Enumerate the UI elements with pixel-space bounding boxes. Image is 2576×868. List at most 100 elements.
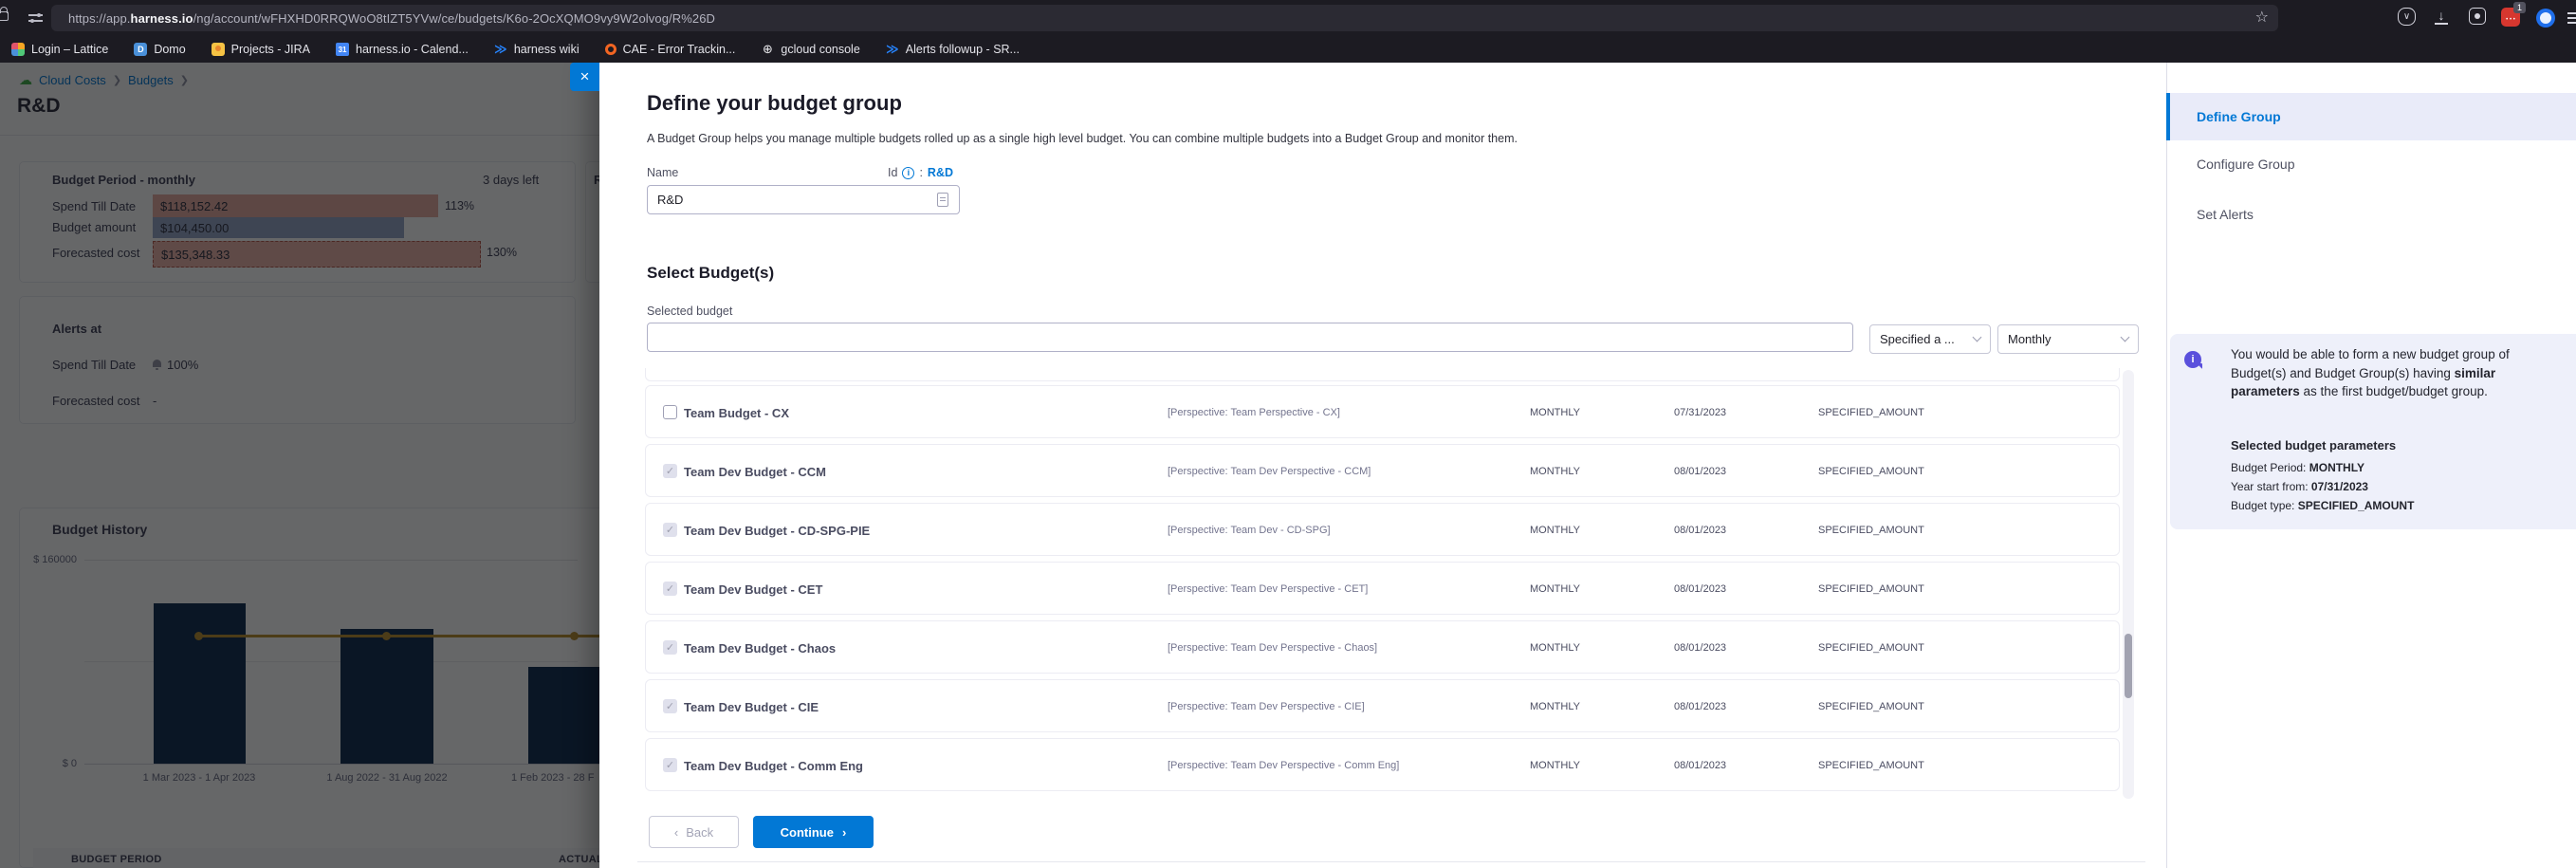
- screen: https://app.harness.io/ng/account/wFHXHD…: [0, 0, 2576, 868]
- bookmark-label: harness wiki: [514, 43, 580, 56]
- bookmark-item[interactable]: gcloud console: [761, 43, 859, 56]
- drawer-title: Define your budget group: [647, 91, 902, 116]
- budget-type: SPECIFIED_AMOUNT: [1818, 525, 1924, 536]
- budget-period: MONTHLY: [1530, 760, 1580, 771]
- budget-start-date: 07/31/2023: [1674, 407, 1726, 418]
- row-checkbox[interactable]: [663, 464, 677, 478]
- budget-name: Team Dev Budget - Comm Eng: [684, 759, 863, 773]
- info-text: You would be able to form a new budget g…: [2231, 345, 2559, 401]
- lock-icon[interactable]: [0, 11, 9, 21]
- row-checkbox[interactable]: [663, 640, 677, 655]
- budget-row[interactable]: Team Dev Budget - Chaos [Perspective: Te…: [645, 620, 2120, 674]
- budget-period: MONTHLY: [1530, 701, 1580, 712]
- budget-perspective: [Perspective: Team Dev - CD-SPG]: [1168, 525, 1331, 536]
- budget-name: Team Dev Budget - Chaos: [684, 641, 836, 656]
- budget-period-filter[interactable]: Monthly: [1997, 324, 2139, 354]
- budget-type: SPECIFIED_AMOUNT: [1818, 466, 1924, 477]
- budget-row[interactable]: Team Budget - CX [Perspective: Team Pers…: [645, 385, 2120, 438]
- budget-type-filter[interactable]: Specified a ...: [1869, 324, 1991, 354]
- budget-name: Team Dev Budget - CIE: [684, 700, 819, 714]
- step-set-alerts[interactable]: Set Alerts: [2197, 207, 2254, 222]
- budget-row[interactable]: Team Dev Budget - Comm Eng [Perspective:…: [645, 738, 2120, 791]
- url-text: https://app.harness.io/ng/account/wFHXHD…: [68, 11, 2255, 26]
- back-button[interactable]: ‹ Back: [649, 816, 739, 848]
- bookmark-item[interactable]: Alerts followup - SR...: [886, 43, 1020, 56]
- budget-perspective: [Perspective: Team Dev Perspective - Com…: [1168, 760, 1399, 771]
- bookmark-favicon: [886, 43, 899, 56]
- budget-row[interactable]: Team Dev Budget - CET [Perspective: Team…: [645, 562, 2120, 615]
- name-input[interactable]: [647, 185, 960, 214]
- selected-budget-input[interactable]: [647, 323, 1853, 352]
- drawer-subtitle: A Budget Group helps you manage multiple…: [647, 132, 1518, 145]
- list-scrollbar-thumb[interactable]: [2125, 634, 2132, 698]
- step-define-group[interactable]: Define Group: [2166, 93, 2576, 140]
- info-panel: i You would be able to form a new budget…: [2170, 334, 2576, 529]
- bookmark-label: gcloud console: [781, 43, 859, 56]
- budget-row[interactable]: Team Dev Budget - CCM [Perspective: Team…: [645, 444, 2120, 497]
- bookmark-favicon: [336, 43, 349, 56]
- budget-name: Team Dev Budget - CCM: [684, 465, 826, 479]
- id-colon: :: [919, 166, 922, 179]
- param-budget-type: Budget type: SPECIFIED_AMOUNT: [2231, 499, 2414, 512]
- account-icon[interactable]: [2535, 8, 2556, 28]
- chevron-down-icon: [1973, 333, 1982, 342]
- pocket-icon[interactable]: ∨: [2398, 8, 2416, 26]
- bookmark-star-icon[interactable]: ☆: [2255, 10, 2269, 26]
- budget-period: MONTHLY: [1530, 525, 1580, 536]
- bookmark-label: Alerts followup - SR...: [906, 43, 1020, 56]
- bookmark-item[interactable]: harness.io - Calend...: [336, 43, 469, 56]
- bookmark-label: harness.io - Calend...: [356, 43, 469, 56]
- close-button[interactable]: ×: [570, 63, 599, 91]
- budget-start-date: 08/01/2023: [1674, 760, 1726, 771]
- selected-budget-label: Selected budget: [647, 305, 732, 318]
- budget-start-date: 08/01/2023: [1674, 525, 1726, 536]
- budget-start-date: 08/01/2023: [1674, 701, 1726, 712]
- info-bubble-icon: i: [2184, 351, 2201, 368]
- budget-name: Team Budget - CX: [684, 406, 789, 420]
- budget-perspective: [Perspective: Team Dev Perspective - CET…: [1168, 583, 1368, 595]
- bookmark-item[interactable]: harness wiki: [494, 43, 580, 56]
- budget-type: SPECIFIED_AMOUNT: [1818, 583, 1924, 595]
- bookmark-favicon: [605, 44, 616, 55]
- budget-name: Team Dev Budget - CD-SPG-PIE: [684, 524, 870, 538]
- bookmark-label: Projects - JIRA: [231, 43, 310, 56]
- budget-period: MONTHLY: [1530, 583, 1580, 595]
- row-checkbox[interactable]: [663, 523, 677, 537]
- row-checkbox[interactable]: [663, 699, 677, 713]
- budget-perspective: [Perspective: Team Perspective - CX]: [1168, 407, 1340, 418]
- budget-period: MONTHLY: [1530, 642, 1580, 654]
- bookmark-item[interactable]: Domo: [134, 43, 185, 56]
- chevron-left-icon: ‹: [674, 825, 678, 840]
- budget-row[interactable]: Team Dev Budget - CD-SPG-PIE [Perspectiv…: [645, 503, 2120, 556]
- list-scrollbar-track[interactable]: [2123, 370, 2134, 799]
- budget-perspective: [Perspective: Team Dev Perspective - Cha…: [1168, 642, 1377, 654]
- url-bar[interactable]: https://app.harness.io/ng/account/wFHXHD…: [51, 5, 2278, 31]
- row-checkbox[interactable]: [663, 758, 677, 772]
- bookmark-favicon: [134, 43, 147, 56]
- bookmark-item[interactable]: CAE - Error Trackin...: [605, 43, 736, 56]
- input-addon-icon[interactable]: [937, 193, 948, 207]
- extensions-icon[interactable]: [2469, 8, 2486, 25]
- extension-badge: 1: [2513, 2, 2526, 13]
- chevron-down-icon: [2121, 333, 2130, 342]
- step-configure-group[interactable]: Configure Group: [2197, 157, 2295, 172]
- bookmark-item[interactable]: Projects - JIRA: [212, 43, 310, 56]
- budget-name: Team Dev Budget - CET: [684, 582, 822, 597]
- budget-start-date: 08/01/2023: [1674, 583, 1726, 595]
- bookmarks-bar: Login – Lattice Domo Projects - JIRA har…: [0, 36, 2576, 63]
- bookmark-item[interactable]: Login – Lattice: [11, 43, 108, 56]
- param-budget-period: Budget Period: MONTHLY: [2231, 461, 2364, 474]
- budget-row[interactable]: Team Dev Budget - CIE [Perspective: Team…: [645, 679, 2120, 732]
- row-checkbox[interactable]: [663, 405, 677, 419]
- bookmark-label: Login – Lattice: [31, 43, 108, 56]
- budget-type: SPECIFIED_AMOUNT: [1818, 701, 1924, 712]
- permissions-icon[interactable]: [28, 12, 43, 24]
- download-icon[interactable]: ↓: [2435, 8, 2448, 25]
- continue-button[interactable]: Continue ›: [753, 816, 874, 848]
- bookmark-favicon: [761, 43, 774, 56]
- row-checkbox[interactable]: [663, 582, 677, 596]
- id-info-icon[interactable]: i: [902, 167, 914, 179]
- password-manager-icon[interactable]: 1: [2501, 8, 2520, 27]
- menu-icon[interactable]: [2565, 8, 2576, 28]
- browser-toolbar: https://app.harness.io/ng/account/wFHXHD…: [0, 0, 2576, 36]
